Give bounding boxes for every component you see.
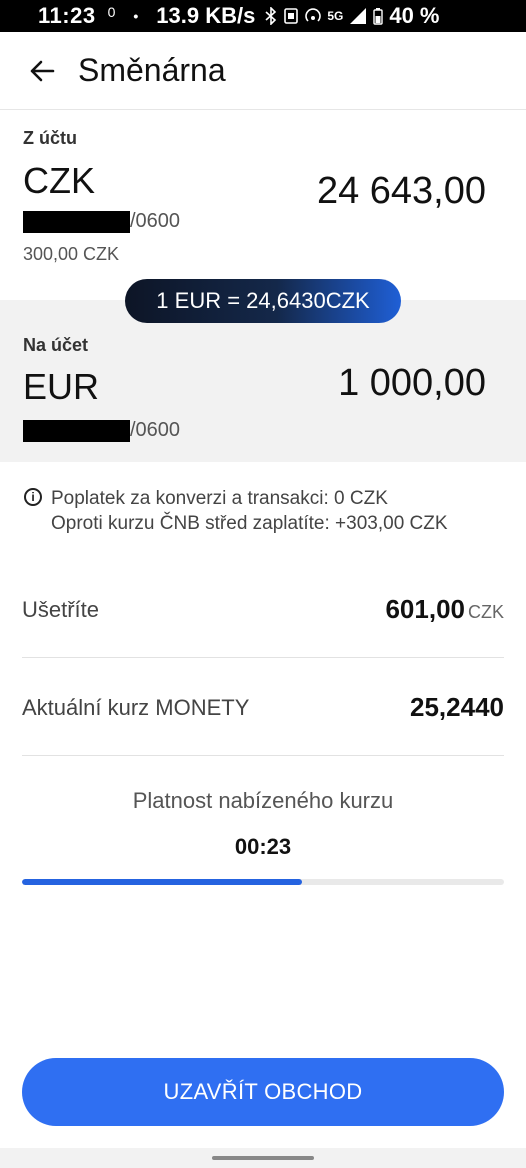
- close-deal-button[interactable]: UZAVŘÍT OBCHOD: [22, 1058, 504, 1126]
- cnb-comparison-line: Oproti kurzu ČNB střed zaplatíte: +303,0…: [51, 513, 448, 534]
- current-rate-value: 25,2440: [410, 692, 504, 722]
- from-balance: 300,00 CZK: [23, 244, 120, 264]
- from-account-section[interactable]: Z účtu CZK 24 643,00 /0600 300,00 CZK: [0, 110, 526, 300]
- status-temperature: 0: [107, 4, 116, 20]
- battery-level: 40 %: [389, 3, 440, 28]
- from-label: Z účtu: [23, 128, 77, 148]
- back-button[interactable]: [22, 51, 62, 91]
- savings-label: Ušetříte: [22, 596, 100, 622]
- system-nav-bar: [0, 1148, 526, 1168]
- screenshot-icon: [284, 8, 299, 24]
- home-handle[interactable]: [212, 1156, 314, 1160]
- from-amount[interactable]: 24 643,00: [317, 170, 486, 213]
- redacted-account: [23, 210, 130, 233]
- savings-value: 601,00: [385, 594, 465, 624]
- bluetooth-icon: [265, 7, 277, 25]
- signal-icon: [350, 8, 367, 24]
- validity-progress-fill: [22, 879, 302, 885]
- page-title: Směnárna: [78, 52, 226, 88]
- to-account-section[interactable]: Na účet EUR 1 000,00 /0600: [0, 300, 526, 462]
- battery-icon: [373, 8, 384, 25]
- to-amount[interactable]: 1 000,00: [338, 362, 486, 405]
- fee-info: i Poplatek za konverzi a transakci: 0 CZ…: [24, 486, 514, 536]
- app-bar: Směnárna: [0, 32, 526, 110]
- hotspot-icon: [305, 8, 322, 22]
- savings-row: Ušetříte 601,00 CZK: [22, 562, 504, 658]
- status-separator: •: [133, 8, 139, 24]
- status-time: 11:23: [38, 3, 96, 28]
- fee-info-text: Poplatek za konverzi a transakci: 0 CZK …: [51, 486, 448, 536]
- savings-amount: 601,00 CZK: [385, 594, 504, 625]
- status-network-speed: 13.9 KB/s: [156, 3, 256, 28]
- validity-progress-bar: [22, 879, 504, 885]
- from-account-suffix: /0600: [130, 210, 181, 232]
- current-rate-row: Aktuální kurz MONETY 25,2440: [22, 660, 504, 756]
- to-account-suffix: /0600: [130, 419, 181, 441]
- fee-line: Poplatek za konverzi a transakci: 0 CZK: [51, 488, 388, 509]
- validity-countdown: 00:23: [234, 834, 292, 859]
- arrow-left-icon: [30, 60, 55, 81]
- current-rate-label: Aktuální kurz MONETY: [22, 694, 250, 720]
- to-label: Na účet: [23, 335, 89, 355]
- to-currency: EUR: [23, 366, 100, 407]
- status-bar: 11:23 0 • 13.9 KB/s 5G 40 %: [0, 0, 526, 32]
- from-account-number: /0600: [23, 210, 180, 233]
- network-type: 5G: [327, 9, 344, 23]
- to-account-number: /0600: [23, 419, 180, 442]
- info-icon: i: [24, 488, 42, 506]
- savings-unit: CZK: [468, 602, 504, 622]
- redacted-account: [23, 419, 130, 442]
- exchange-rate-pill: 1 EUR = 24,6430CZK: [125, 279, 401, 323]
- status-icons: 5G: [265, 7, 384, 25]
- validity-label: Platnost nabízeného kurzu: [132, 788, 394, 813]
- from-currency: CZK: [23, 160, 95, 201]
